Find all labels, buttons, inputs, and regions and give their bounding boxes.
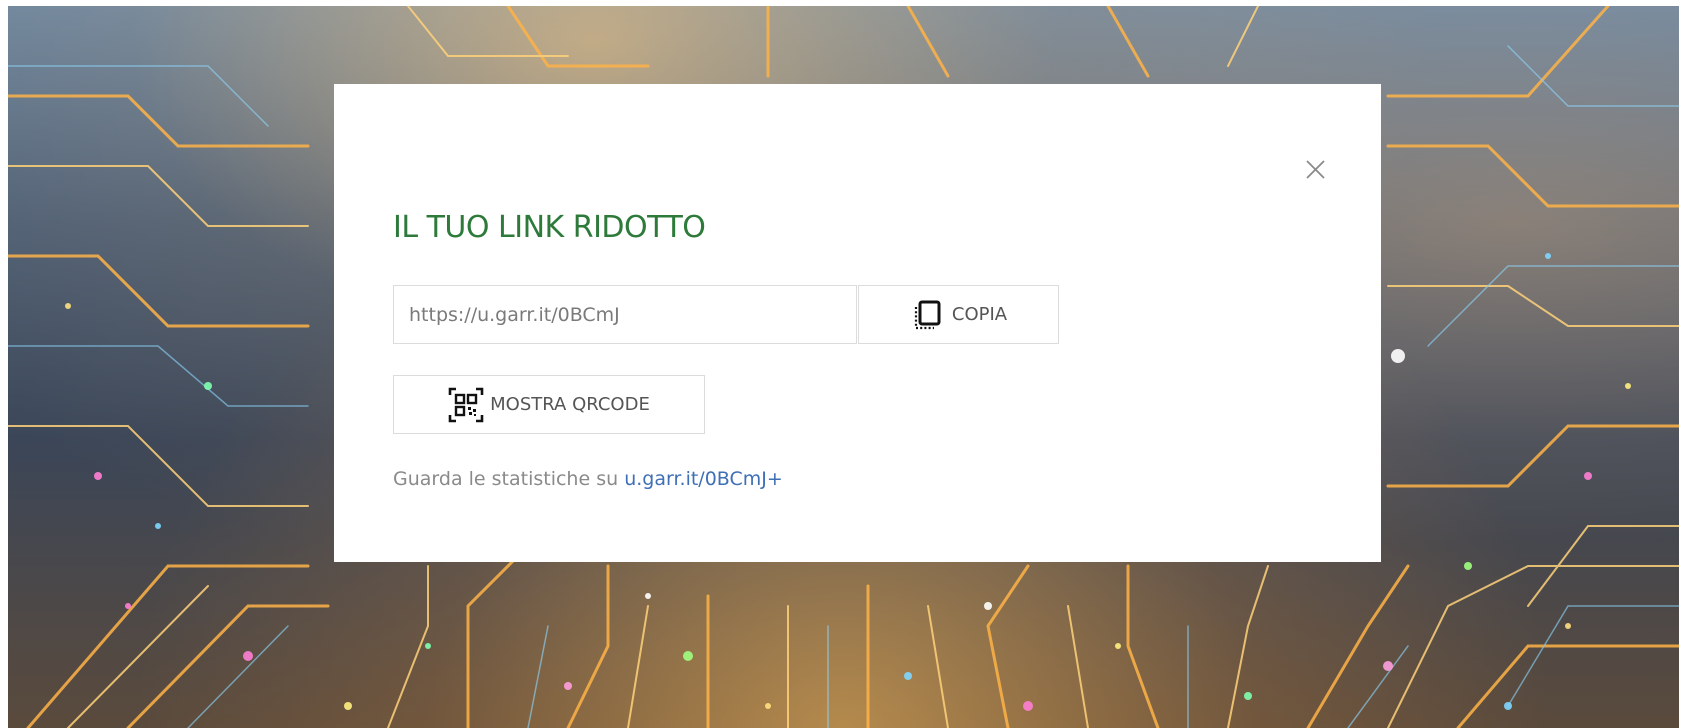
- stats-line: Guarda le statistiche su u.garr.it/0BCmJ…: [393, 468, 783, 490]
- close-icon: [1306, 160, 1325, 179]
- modal-title: IL TUO LINK RIDOTTO: [393, 210, 706, 245]
- stats-prefix-text: Guarda le statistiche su: [393, 468, 619, 490]
- short-link-modal: IL TUO LINK RIDOTTO COPIA: [334, 84, 1381, 562]
- stats-link[interactable]: u.garr.it/0BCmJ+: [624, 468, 783, 490]
- short-link-field[interactable]: [393, 285, 857, 344]
- close-button[interactable]: [1298, 152, 1332, 186]
- short-link-row: COPIA: [393, 285, 1059, 344]
- copy-icon: [914, 300, 941, 329]
- show-qrcode-button-label: MOSTRA QRCODE: [490, 394, 650, 415]
- page: IL TUO LINK RIDOTTO COPIA: [0, 0, 1687, 728]
- show-qrcode-button[interactable]: MOSTRA QRCODE: [393, 375, 705, 434]
- qrcode-icon: [448, 387, 484, 422]
- copy-button-label: COPIA: [951, 304, 1008, 325]
- copy-button[interactable]: COPIA: [858, 285, 1059, 344]
